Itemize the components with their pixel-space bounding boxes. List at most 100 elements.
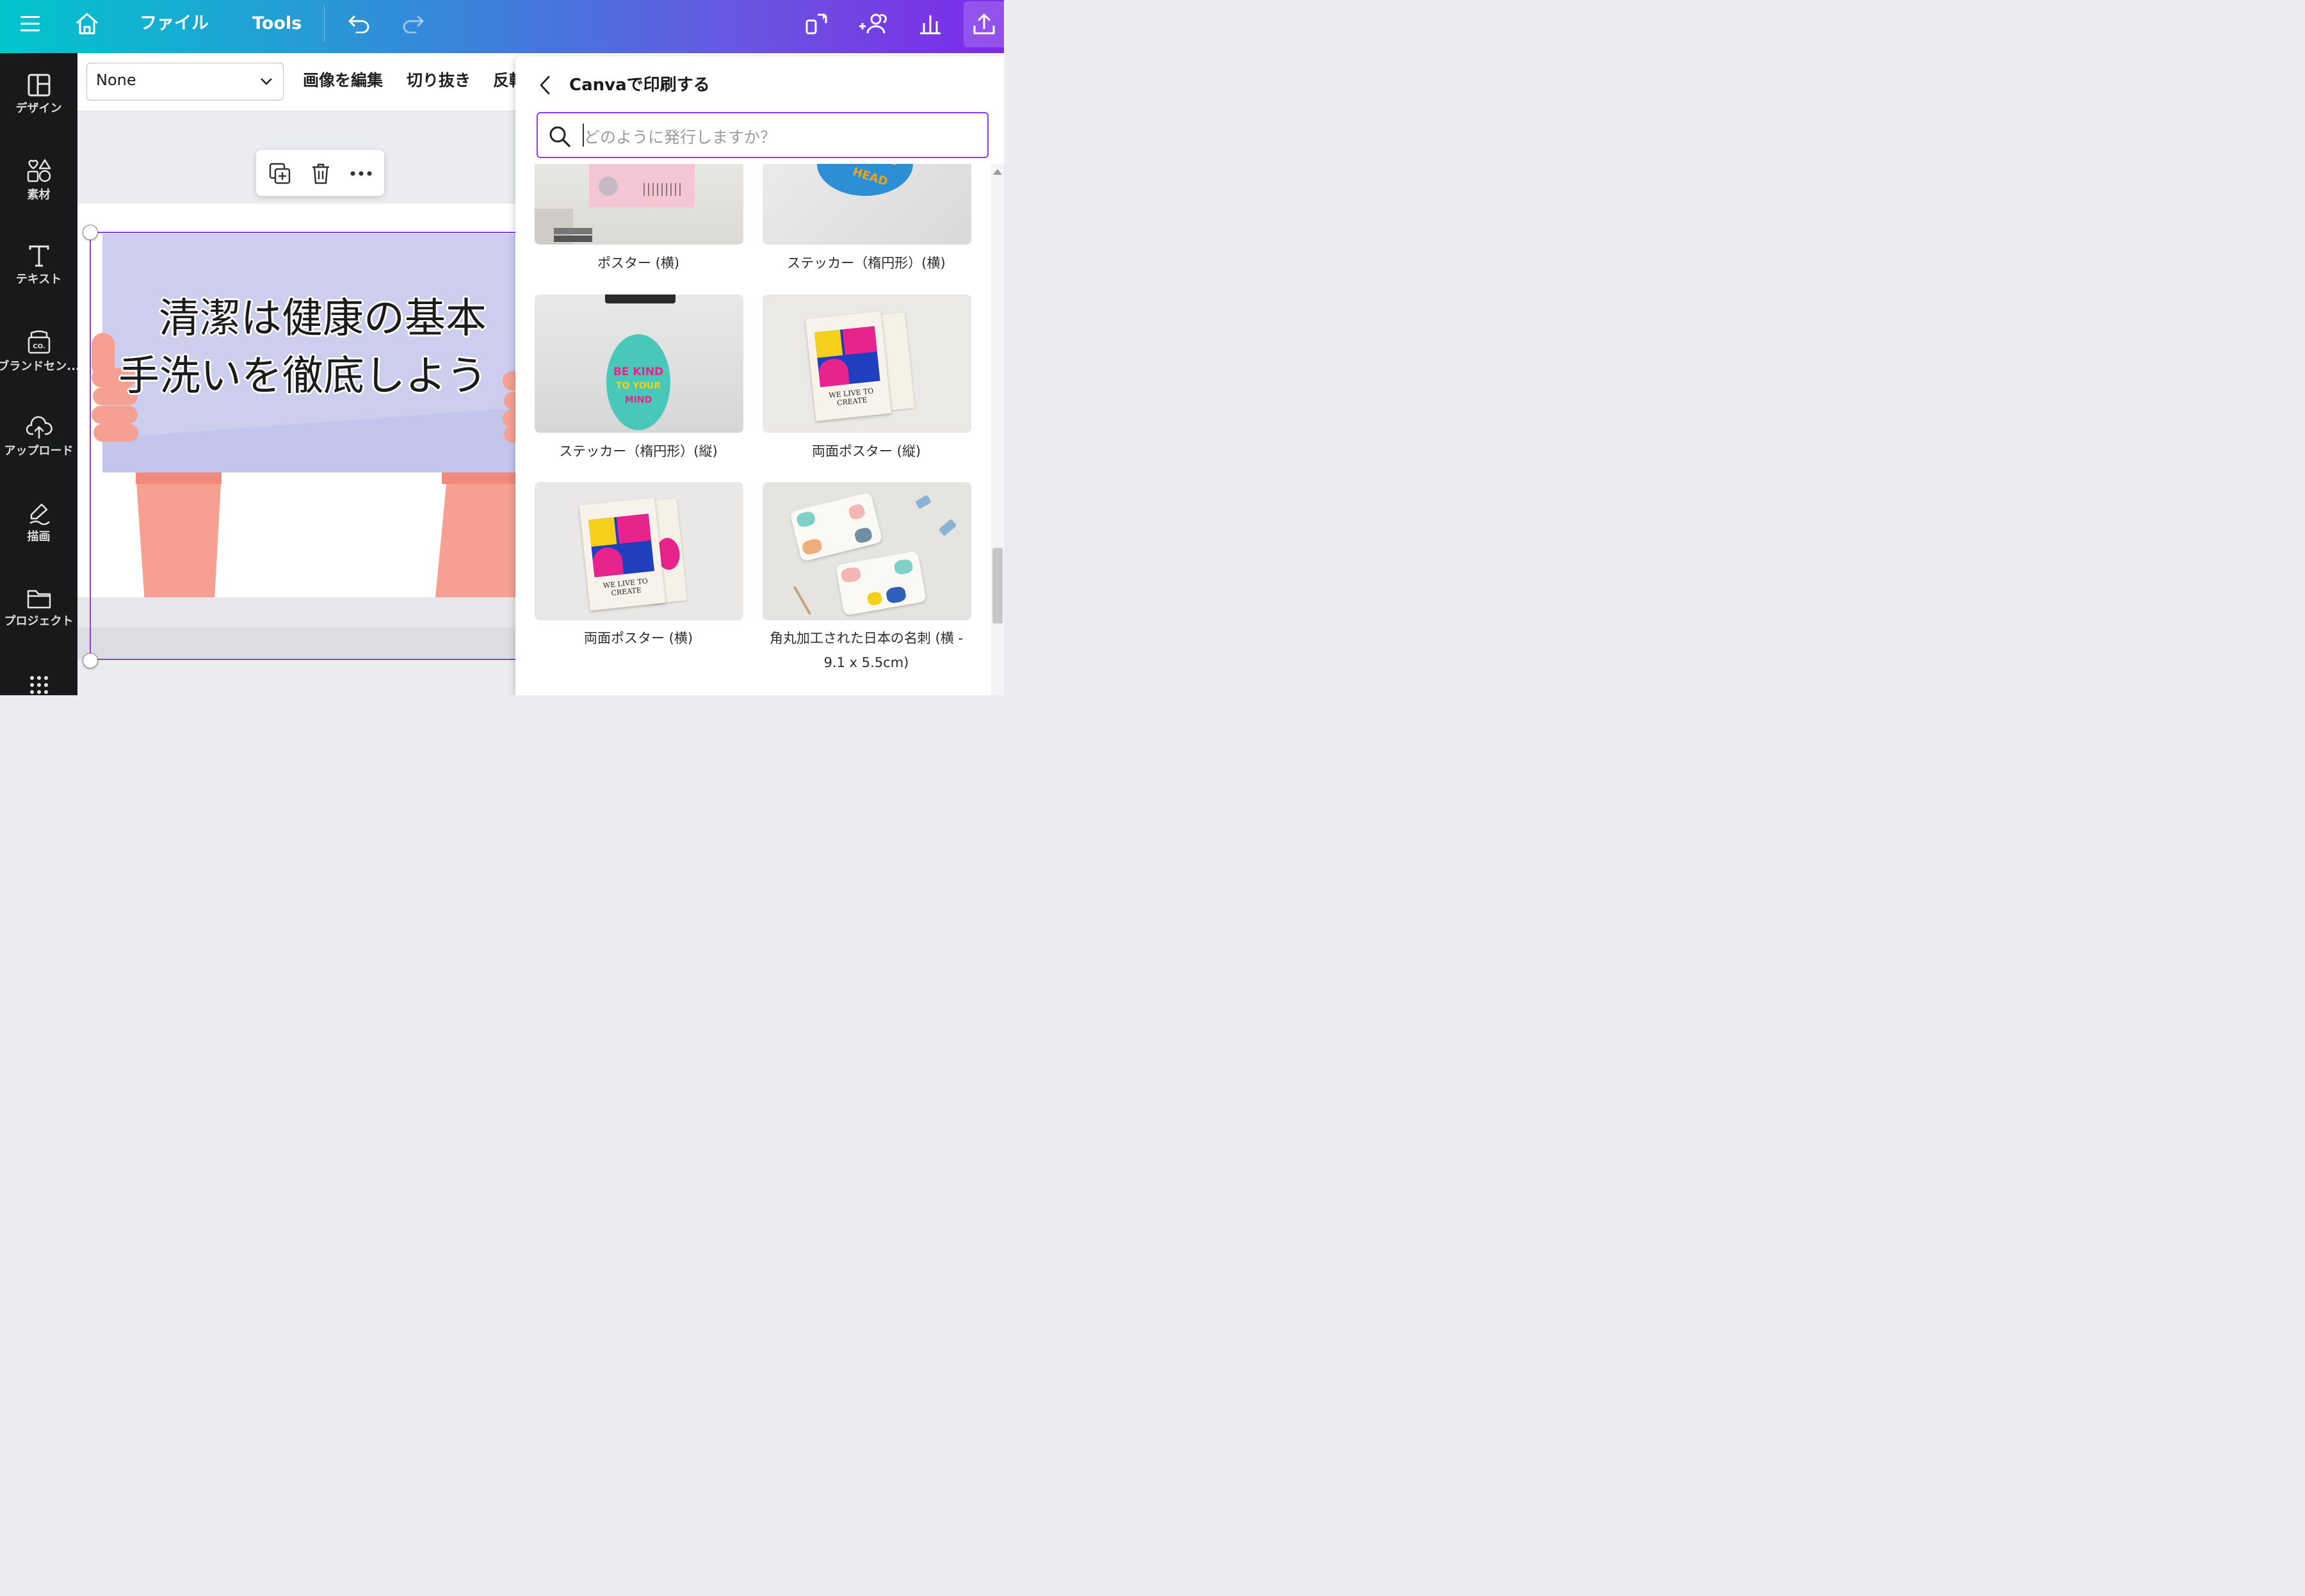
redo-icon[interactable]: [397, 0, 429, 47]
poster-art: [588, 517, 617, 547]
magic-resize-icon[interactable]: [800, 0, 832, 47]
sidebar-item-brand[interactable]: CO. ブランドセン...: [0, 329, 80, 399]
draw-icon: [29, 503, 50, 525]
pencil: [793, 586, 812, 615]
topbar-divider: [324, 5, 325, 42]
poster-decoration: [643, 183, 682, 196]
chevron-down-icon: [261, 78, 272, 85]
share-upload-icon: [973, 13, 994, 35]
sidebar-item-draw[interactable]: 描画: [0, 502, 77, 572]
element-action-bar: [256, 150, 384, 196]
poster-caption: WE LIVE TO CREATE: [603, 577, 649, 598]
card-label: 両面ポスター (横): [583, 631, 693, 646]
share-button[interactable]: [964, 1, 1004, 47]
product-card-sticker-oval-portrait[interactable]: BE KIND TO YOUR MIND: [535, 294, 743, 433]
apps-grid-icon: [29, 676, 48, 694]
selection-frame: [90, 232, 519, 660]
undo-icon[interactable]: [343, 0, 375, 47]
books-shape: [554, 236, 592, 242]
sidebar-item-label: プロジェクト: [4, 615, 74, 628]
sidebar-item-uploads[interactable]: アップロード: [0, 416, 77, 487]
product-card-sticker-oval-landscape[interactable]: SNEAKER HEAD: [763, 164, 971, 245]
resize-handle[interactable]: [83, 225, 98, 240]
animation-select[interactable]: None: [86, 63, 284, 101]
card-label: 角丸加工された日本の名刺 (横 - 9.1 x 5.5cm): [751, 626, 982, 675]
poster-front: WE LIVE TO CREATE: [805, 311, 892, 421]
poster-art: [616, 513, 652, 544]
panel-title: Canvaで印刷する: [569, 76, 710, 95]
insights-icon[interactable]: [914, 0, 946, 47]
card-pattern: [847, 503, 866, 521]
sidebar-item-label: アップロード: [4, 444, 74, 458]
sticker-line: MIND: [624, 395, 652, 405]
card-label-line: 9.1 x 5.5cm): [823, 655, 909, 670]
poster-art: [842, 326, 877, 355]
crop-button[interactable]: 切り抜き: [407, 69, 471, 92]
back-chevron-icon[interactable]: [535, 74, 554, 96]
product-card-business-card[interactable]: [763, 482, 971, 620]
brand-icon: CO.: [28, 330, 50, 354]
card-label: 両面ポスター (縦): [811, 444, 921, 459]
trash-icon[interactable]: [309, 161, 333, 186]
card-pattern: [866, 591, 883, 606]
poster-caption: WE LIVE TO CREATE: [828, 387, 875, 408]
card-label-line: 角丸加工された日本の名刺 (横 -: [769, 631, 964, 646]
books-shape: [554, 228, 592, 234]
card-label: ステッカー（楕円形）(縦): [559, 444, 718, 459]
poster-front: WE LIVE TO CREATE: [579, 497, 666, 611]
business-card: [789, 492, 883, 562]
elements-icon: [27, 159, 51, 182]
card-pattern: [795, 510, 816, 529]
layout-icon: [28, 74, 50, 97]
file-menu[interactable]: ファイル: [140, 12, 209, 36]
sidebar-item-text[interactable]: テキスト: [0, 245, 77, 315]
sticker-line: BE KIND: [613, 366, 664, 378]
upload-cloud-icon: [26, 416, 53, 439]
folder-icon: [27, 590, 51, 609]
poster-decoration: [599, 177, 618, 196]
tools-menu[interactable]: Tools: [252, 12, 302, 36]
edit-image-button[interactable]: 画像を編集: [303, 69, 383, 92]
product-card-poster-landscape[interactable]: [535, 164, 743, 245]
binder-clip: [914, 494, 932, 510]
more-options-icon[interactable]: [349, 161, 373, 186]
scroll-up-arrow-icon[interactable]: [993, 169, 1002, 175]
svg-text:CO.: CO.: [33, 343, 45, 350]
search-icon: [549, 126, 570, 147]
card-pattern: [893, 558, 914, 576]
duplicate-icon[interactable]: [268, 161, 292, 186]
search-field[interactable]: どのように発行しますか？: [537, 112, 989, 158]
search-placeholder: どのように発行しますか？: [584, 128, 777, 147]
sidebar-item-elements[interactable]: 素材: [0, 157, 77, 228]
binder-clip: [938, 519, 957, 536]
share-people-icon[interactable]: [857, 0, 889, 47]
card-pattern: [840, 566, 862, 584]
flip-button[interactable]: 反転: [493, 69, 515, 92]
poster-art: [814, 330, 843, 359]
product-grid: SNEAKER HEAD ポスター (横) ステッカー（楕円形）(横) BE K…: [515, 164, 989, 695]
sticker-text: BE KIND TO YOUR MIND: [606, 365, 670, 407]
sidebar-item-projects[interactable]: プロジェクト: [0, 588, 77, 658]
keyboard-shape: [605, 294, 675, 303]
card-label: ステッカー（楕円形）(横): [787, 255, 946, 271]
menu-icon[interactable]: [14, 0, 46, 47]
sticker-line: TO YOUR: [615, 381, 661, 391]
text-icon: [29, 245, 49, 267]
sidebar-item-apps[interactable]: [0, 675, 77, 695]
home-icon[interactable]: [70, 0, 104, 47]
sidebar-item-label: 描画: [27, 530, 51, 544]
sidebar-item-design[interactable]: デザイン: [0, 74, 77, 144]
card-pattern: [885, 585, 907, 604]
business-card: [836, 551, 926, 616]
product-card-double-poster-landscape[interactable]: WE LIVE TO CREATE: [535, 482, 743, 620]
product-card-double-poster-portrait[interactable]: WE LIVE TO CREATE: [763, 294, 971, 433]
sidebar-item-label: デザイン: [15, 102, 62, 115]
select-value: None: [96, 71, 136, 89]
scrollbar-thumb[interactable]: [992, 548, 1003, 624]
sidebar-item-label: ブランドセン...: [0, 360, 80, 373]
resize-handle[interactable]: [83, 653, 98, 668]
sidebar-item-label: 素材: [27, 188, 51, 202]
card-pattern: [801, 537, 823, 556]
sidebar-item-label: テキスト: [15, 273, 62, 286]
card-pattern: [853, 526, 873, 544]
